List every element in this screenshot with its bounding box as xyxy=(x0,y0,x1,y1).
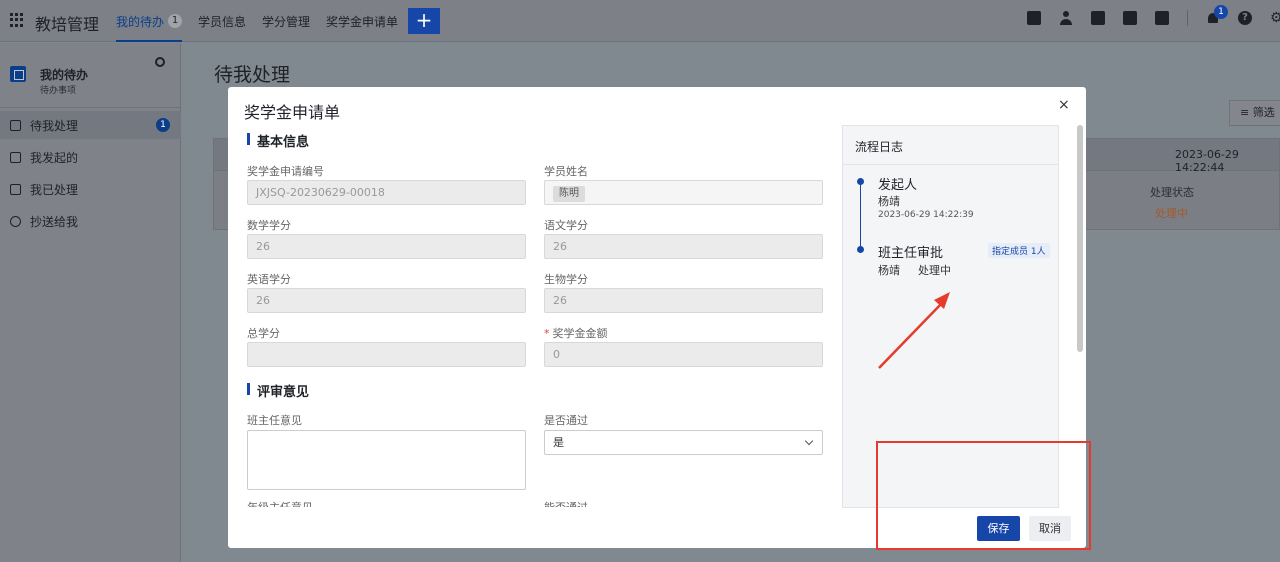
chinese-credit-field[interactable]: 26 xyxy=(544,234,823,259)
flow-step-dot xyxy=(857,246,864,253)
nav-tab-my-todo[interactable]: 我的待办 1 xyxy=(116,0,183,42)
student-name-field[interactable]: 陈明 xyxy=(544,180,823,205)
top-bar: 教培管理 我的待办 1 学员信息 学分管理 奖学金申请单 + 1 ? ⚙ xyxy=(0,0,1280,42)
flow-step-head-teacher-approval: 班主任审批 xyxy=(878,246,944,261)
filter-icon: ≡ xyxy=(1240,106,1253,119)
flow-step-person: 杨靖 xyxy=(878,264,900,277)
total-credit-field[interactable] xyxy=(247,342,526,367)
calendar-check-icon[interactable] xyxy=(1027,11,1041,25)
nav-tab-count-badge: 1 xyxy=(168,14,183,28)
status-column-label: 处理状态 xyxy=(1150,186,1194,199)
flow-step-person: 杨靖 xyxy=(878,195,900,208)
chinese-credit-label: 语文学分 xyxy=(544,219,588,232)
task-timestamp: 2023-06-29 14:22:44 xyxy=(1175,148,1239,174)
dialog-scrollbar[interactable] xyxy=(1077,125,1083,352)
sidebar-item-label: 我已处理 xyxy=(30,182,79,197)
scholarship-amount-field[interactable]: 0 xyxy=(544,342,823,367)
flow-step-initiator: 发起人 xyxy=(878,178,918,193)
annotation-highlight-box xyxy=(876,441,1091,550)
head-teacher-opinion-label: 班主任意见 xyxy=(247,414,302,427)
todo-module-icon xyxy=(10,66,26,82)
page-title: 待我处理 xyxy=(214,64,291,86)
approval-select[interactable]: 是 xyxy=(544,430,823,455)
scholarship-amount-label: * 奖学金金额 xyxy=(544,325,608,341)
english-credit-field[interactable]: 26 xyxy=(247,288,526,313)
math-credit-label: 数学学分 xyxy=(247,219,291,232)
settings-icon[interactable]: ⚙ xyxy=(1270,11,1280,25)
contacts-icon[interactable] xyxy=(1059,11,1073,25)
document-icon[interactable] xyxy=(1091,11,1105,25)
grade-approval-label: 能否通过 xyxy=(544,499,588,507)
student-name-chip: 陈明 xyxy=(553,186,585,202)
required-mark: * xyxy=(544,327,550,340)
filter-button[interactable]: ≡ 筛选 xyxy=(1229,100,1280,126)
dialog-title: 奖学金申请单 xyxy=(244,103,341,122)
flow-step-dot xyxy=(857,178,864,185)
help-icon[interactable]: ? xyxy=(1238,11,1252,25)
nav-tab-label: 我的待办 xyxy=(116,14,165,29)
assigned-members-tag: 指定成员 1人 xyxy=(988,243,1050,258)
nav-tab-student-info[interactable]: 学员信息 xyxy=(198,0,246,42)
sidebar-item-label: 待我处理 xyxy=(30,118,79,133)
approval-label: 是否通过 xyxy=(544,414,588,427)
application-number-field[interactable]: JXJSQ-20230629-00018 xyxy=(247,180,526,205)
flow-step-status: 处理中 xyxy=(918,264,951,277)
chevron-down-icon xyxy=(804,436,814,446)
grade-director-opinion-label: 年级主任意见 xyxy=(247,499,313,507)
app-grid-icon[interactable] xyxy=(10,13,24,27)
section-basic-info: 基本信息 xyxy=(247,131,309,150)
close-icon[interactable]: × xyxy=(1058,97,1070,113)
total-credit-label: 总学分 xyxy=(247,327,280,340)
add-tab-button[interactable]: + xyxy=(408,8,441,34)
biology-credit-field[interactable]: 26 xyxy=(544,288,823,313)
sidebar-item-processed[interactable]: 我已处理 xyxy=(0,175,181,203)
filter-label: 筛选 xyxy=(1252,106,1275,119)
sidebar-settings-icon[interactable] xyxy=(155,57,165,67)
sidebar-item-label: 抄送给我 xyxy=(30,214,79,229)
top-right-toolbar: 1 ? ⚙ xyxy=(1027,5,1280,26)
english-credit-label: 英语学分 xyxy=(247,273,291,286)
sidebar: 我的待办 待办事项 待我处理 1 我发起的 我已处理 抄送给我 xyxy=(0,43,181,562)
head-teacher-opinion-textarea[interactable] xyxy=(247,430,526,490)
flow-timeline-line xyxy=(860,182,861,250)
nav-tab-credit-management[interactable]: 学分管理 xyxy=(262,0,310,42)
nav-tab-scholarship-application[interactable]: 奖学金申请单 xyxy=(326,0,398,42)
sidebar-item-cc-to-me[interactable]: 抄送给我 xyxy=(0,207,181,235)
cc-user-icon xyxy=(10,215,21,227)
app-title: 教培管理 xyxy=(35,15,100,34)
biology-credit-label: 生物学分 xyxy=(544,273,588,286)
approval-select-value: 是 xyxy=(553,436,564,449)
flow-log-title: 流程日志 xyxy=(855,140,904,154)
sidebar-subtitle: 待办事项 xyxy=(40,86,77,96)
sidebar-divider xyxy=(0,107,181,108)
notification-count-badge: 1 xyxy=(1214,5,1228,19)
phone-book-icon[interactable] xyxy=(1123,11,1137,25)
pending-count-badge: 1 xyxy=(156,118,170,132)
sidebar-item-initiated[interactable]: 我发起的 xyxy=(0,143,181,171)
sidebar-item-pending[interactable]: 待我处理 1 xyxy=(0,111,181,139)
sidebar-title: 我的待办 xyxy=(40,68,89,82)
status-badge: 处理中 xyxy=(1155,207,1188,220)
flow-step-time: 2023-06-29 14:22:39 xyxy=(878,210,974,220)
section-review-opinions: 评审意见 xyxy=(247,381,309,400)
application-number-label: 奖学金申请编号 xyxy=(247,165,324,178)
initiated-icon xyxy=(10,151,21,163)
student-name-label: 学员姓名 xyxy=(544,165,588,178)
top-nav: 我的待办 1 学员信息 学分管理 奖学金申请单 + xyxy=(116,0,441,42)
calendar-icon[interactable] xyxy=(1155,11,1169,25)
sidebar-item-label: 我发起的 xyxy=(30,150,79,165)
scholarship-amount-label-text: 奖学金金额 xyxy=(552,327,608,340)
pending-list-icon xyxy=(10,119,21,131)
flow-log-divider xyxy=(843,164,1058,165)
processed-icon xyxy=(10,183,21,195)
toolbar-divider xyxy=(1187,10,1188,26)
math-credit-field[interactable]: 26 xyxy=(247,234,526,259)
bell-icon[interactable]: 1 xyxy=(1206,5,1228,25)
